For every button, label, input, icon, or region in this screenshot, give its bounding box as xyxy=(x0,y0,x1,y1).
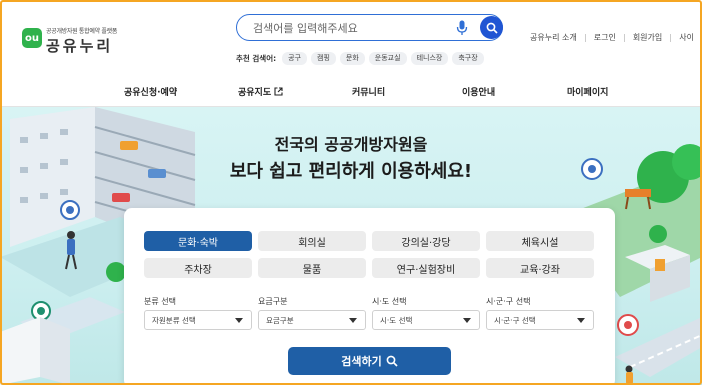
category-culture-lodging[interactable]: 문화·숙박 xyxy=(144,231,252,251)
dropdown-caret-icon xyxy=(577,318,585,323)
search-input[interactable] xyxy=(253,19,443,37)
category-sports-facility[interactable]: 체육시설 xyxy=(486,231,594,251)
select-value: 요금구분 xyxy=(266,315,294,325)
search-box xyxy=(236,14,503,41)
recommended-label: 추천 검색어: xyxy=(236,53,277,63)
keyword-chip[interactable]: 축구장 xyxy=(452,51,484,65)
recommended-keywords: 추천 검색어: 공구 캠핑 문화 운동교실 테니스장 축구장 xyxy=(236,51,484,65)
nav-item-guide[interactable]: 이용안내 xyxy=(462,85,495,98)
category-research-equipment[interactable]: 연구·실험장비 xyxy=(372,258,480,278)
province-select[interactable]: 시·도 선택 xyxy=(372,310,480,330)
logo-subtitle: 공공개방자원 통합예약 플랫폼 xyxy=(46,28,118,35)
filter-label-type: 분류 선택 xyxy=(144,297,176,306)
microphone-icon[interactable] xyxy=(456,20,468,36)
search-icon xyxy=(486,22,498,34)
category-meeting-room[interactable]: 회의실 xyxy=(258,231,366,251)
search-icon xyxy=(386,355,398,367)
category-education[interactable]: 교육·강좌 xyxy=(486,258,594,278)
sitemap-link[interactable]: 사이 xyxy=(671,32,702,43)
resource-search-panel: 문화·숙박 회의실 강의실·강당 체육시설 주차장 물품 연구·실험장비 교육·… xyxy=(124,208,615,385)
filter-label-fee: 요금구분 xyxy=(258,297,288,306)
search-submit-button[interactable]: 검색하기 xyxy=(288,347,451,375)
keyword-chip[interactable]: 캠핑 xyxy=(311,51,336,65)
filter-label-province: 시·도 선택 xyxy=(372,297,407,306)
site-logo[interactable]: ou 공공개방자원 통합예약 플랫폼 공유누리 xyxy=(22,24,122,55)
nav-label: 커뮤니티 xyxy=(352,88,386,98)
login-link[interactable]: 로그인 xyxy=(586,32,624,43)
nav-item-mypage[interactable]: 마이페이지 xyxy=(567,85,608,98)
external-link-icon xyxy=(274,87,283,96)
fee-type-select[interactable]: 요금구분 xyxy=(258,310,366,330)
category-goods[interactable]: 물품 xyxy=(258,258,366,278)
nav-item-apply[interactable]: 공유신청·예약 xyxy=(124,85,177,98)
nav-label: 마이페이지 xyxy=(567,88,609,98)
about-link[interactable]: 공유누리 소개 xyxy=(522,32,585,43)
keyword-chip[interactable]: 테니스장 xyxy=(410,51,449,65)
hero-headline: 전국의 공공개방자원을 xyxy=(274,135,428,154)
category-lecture-hall[interactable]: 강의실·강당 xyxy=(372,231,480,251)
nav-label: 이용안내 xyxy=(462,88,496,98)
logo-name: 공유누리 xyxy=(46,37,114,55)
search-button[interactable] xyxy=(480,16,503,39)
category-parking[interactable]: 주차장 xyxy=(144,258,252,278)
dropdown-caret-icon xyxy=(349,318,357,323)
nav-label: 공유지도 xyxy=(238,88,272,98)
hero-subheadline: 보다 쉽고 편리하게 이용하세요! xyxy=(229,161,473,182)
select-value: 자원분류 선택 xyxy=(152,315,196,325)
filter-label-district: 시·군·구 선택 xyxy=(486,297,531,306)
main-nav: 공유신청·예약 공유지도 커뮤니티 이용안내 마이페이지 xyxy=(0,76,702,107)
dropdown-caret-icon xyxy=(463,318,471,323)
select-value: 시·군·구 선택 xyxy=(494,315,536,325)
keyword-chip[interactable]: 운동교실 xyxy=(368,51,407,65)
logo-badge: ou xyxy=(22,28,42,48)
site-header: ou 공공개방자원 통합예약 플랫폼 공유누리 추천 검색어: 공구 캠핑 문화… xyxy=(0,0,702,76)
keyword-chip[interactable]: 문화 xyxy=(339,51,365,65)
keyword-chip[interactable]: 공구 xyxy=(282,51,308,65)
signup-link[interactable]: 회원가입 xyxy=(625,32,670,43)
nav-label: 공유신청·예약 xyxy=(124,88,178,98)
district-select[interactable]: 시·군·구 선택 xyxy=(486,310,594,330)
nav-item-map[interactable]: 공유지도 xyxy=(238,85,283,98)
search-submit-label: 검색하기 xyxy=(341,355,382,368)
utility-links: 공유누리 소개 로그인 회원가입 사이 xyxy=(522,32,702,43)
nav-item-community[interactable]: 커뮤니티 xyxy=(352,85,385,98)
resource-type-select[interactable]: 자원분류 선택 xyxy=(144,310,252,330)
dropdown-caret-icon xyxy=(235,318,243,323)
select-value: 시·도 선택 xyxy=(380,315,413,325)
